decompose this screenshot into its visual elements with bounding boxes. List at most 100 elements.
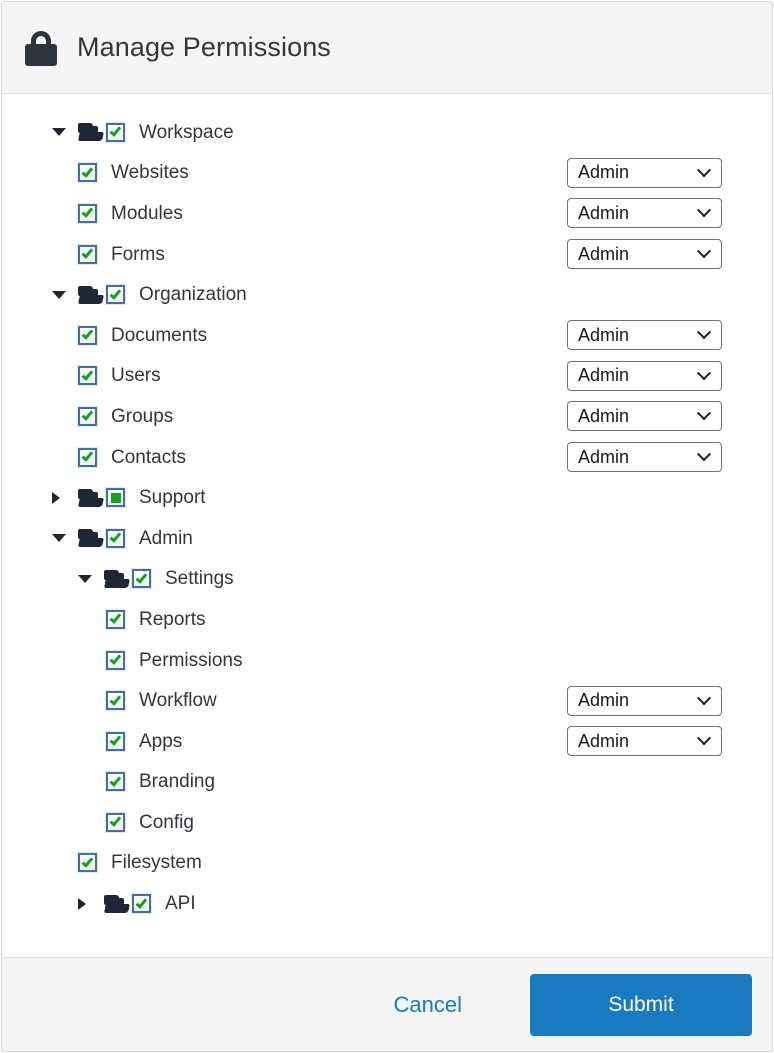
role-select[interactable]: Admin: [567, 239, 722, 270]
tree-item-label: API: [165, 893, 196, 915]
modal-header: Manage Permissions: [2, 2, 772, 94]
permissions-tree-container: Workspace Websites Admin Modules Admin Forms A…: [2, 94, 772, 957]
chevron-down-icon: [696, 690, 712, 705]
chevron-down-icon: [696, 731, 712, 746]
tree-row[interactable]: Support: [2, 477, 772, 518]
tree-row[interactable]: Forms Admin: [2, 234, 772, 275]
role-select[interactable]: Admin: [567, 685, 722, 716]
tree-row[interactable]: Workflow Admin: [2, 680, 772, 721]
tree-row[interactable]: Groups Admin: [2, 396, 772, 437]
role-select-value: Admin: [578, 324, 630, 345]
checkbox-checked[interactable]: [106, 691, 125, 711]
chevron-down-icon: [696, 406, 712, 421]
role-select-value: Admin: [578, 162, 630, 183]
checkbox-checked[interactable]: [78, 325, 97, 345]
checkbox-checked[interactable]: [78, 853, 97, 873]
tree-item-label: Apps: [139, 730, 183, 752]
role-select[interactable]: Admin: [567, 726, 722, 757]
role-select[interactable]: Admin: [567, 360, 722, 391]
chevron-down-icon: [696, 365, 712, 381]
checkbox-checked[interactable]: [106, 772, 125, 792]
tree-item-label: Organization: [139, 284, 247, 306]
checkbox-checked[interactable]: [78, 203, 97, 223]
checkbox-checked[interactable]: [106, 650, 125, 670]
tree-item-label: Groups: [111, 405, 174, 427]
folder-icon: [78, 488, 106, 507]
permissions-tree: Workspace Websites Admin Modules Admin Forms A…: [2, 112, 772, 924]
tree-row[interactable]: API: [2, 883, 772, 924]
tree-row[interactable]: Modules Admin: [2, 193, 772, 234]
tree-row[interactable]: Config: [2, 802, 772, 843]
folder-icon: [104, 569, 132, 588]
tree-item-label: Workflow: [139, 690, 217, 712]
tree-item-label: Users: [111, 365, 161, 387]
tree-item-label: Modules: [111, 202, 183, 224]
checkbox-checked[interactable]: [106, 731, 125, 751]
tree-row[interactable]: Reports: [2, 599, 772, 640]
folder-icon: [78, 123, 106, 142]
chevron-down-icon: [696, 203, 712, 218]
checkbox-checked[interactable]: [106, 528, 125, 548]
role-select-value: Admin: [578, 202, 630, 223]
role-select[interactable]: Admin: [567, 320, 722, 351]
role-select[interactable]: Admin: [567, 401, 722, 432]
tree-item-label: Support: [139, 487, 206, 509]
tree-row[interactable]: Contacts Admin: [2, 437, 772, 478]
checkbox-checked[interactable]: [132, 894, 151, 914]
checkbox-checked[interactable]: [106, 812, 125, 832]
role-select[interactable]: Admin: [567, 198, 722, 229]
checkbox-checked[interactable]: [78, 366, 97, 386]
tree-item-label: Workspace: [139, 121, 234, 143]
page-title: Manage Permissions: [77, 32, 331, 62]
checkbox-checked[interactable]: [78, 163, 97, 183]
chevron-down-icon: [696, 244, 712, 259]
chevron-down-icon[interactable]: [52, 534, 78, 543]
chevron-right-icon[interactable]: [78, 897, 104, 910]
checkbox-checked[interactable]: [106, 122, 125, 142]
role-select[interactable]: Admin: [567, 442, 722, 473]
tree-row[interactable]: Apps Admin: [2, 721, 772, 762]
folder-icon: [104, 894, 132, 913]
tree-item-label: Forms: [111, 243, 165, 265]
checkbox-checked[interactable]: [106, 285, 125, 305]
tree-row[interactable]: Branding: [2, 762, 772, 803]
role-select-value: Admin: [578, 405, 630, 426]
role-select[interactable]: Admin: [567, 157, 722, 188]
checkbox-checked[interactable]: [132, 569, 151, 589]
chevron-down-icon[interactable]: [78, 574, 104, 583]
tree-row[interactable]: Settings: [2, 559, 772, 600]
checkbox-checked[interactable]: [78, 447, 97, 467]
tree-item-label: Admin: [139, 527, 193, 549]
lock-icon: [25, 30, 57, 66]
cancel-button[interactable]: Cancel: [372, 982, 484, 1028]
tree-row[interactable]: Documents Admin: [2, 315, 772, 356]
tree-item-label: Contacts: [111, 446, 186, 468]
role-select-value: Admin: [578, 690, 630, 711]
role-select-value: Admin: [578, 446, 630, 467]
checkbox-checked[interactable]: [106, 609, 125, 629]
checkbox-checked[interactable]: [78, 406, 97, 426]
tree-row[interactable]: Organization: [2, 274, 772, 315]
tree-row[interactable]: Users Admin: [2, 356, 772, 397]
checkbox-indeterminate[interactable]: [106, 488, 125, 508]
modal-footer: Cancel Submit: [2, 957, 772, 1051]
chevron-right-icon[interactable]: [52, 491, 78, 504]
tree-row[interactable]: Websites Admin: [2, 153, 772, 194]
chevron-down-icon[interactable]: [52, 290, 78, 299]
tree-item-label: Config: [139, 811, 194, 833]
chevron-down-icon: [696, 325, 712, 340]
folder-icon: [78, 285, 106, 304]
manage-permissions-modal: Manage Permissions Workspace Websites Admi…: [1, 1, 773, 1052]
submit-button[interactable]: Submit: [530, 973, 752, 1036]
tree-row[interactable]: Workspace: [2, 112, 772, 153]
tree-row[interactable]: Permissions: [2, 640, 772, 681]
tree-item-label: Settings: [165, 568, 234, 590]
tree-row[interactable]: Filesystem: [2, 843, 772, 884]
tree-row[interactable]: Admin: [2, 518, 772, 559]
checkbox-checked[interactable]: [78, 244, 97, 264]
chevron-down-icon[interactable]: [52, 128, 78, 137]
role-select-value: Admin: [578, 730, 630, 751]
tree-item-label: Filesystem: [111, 852, 202, 874]
tree-item-label: Websites: [111, 162, 189, 184]
tree-item-label: Branding: [139, 771, 216, 793]
